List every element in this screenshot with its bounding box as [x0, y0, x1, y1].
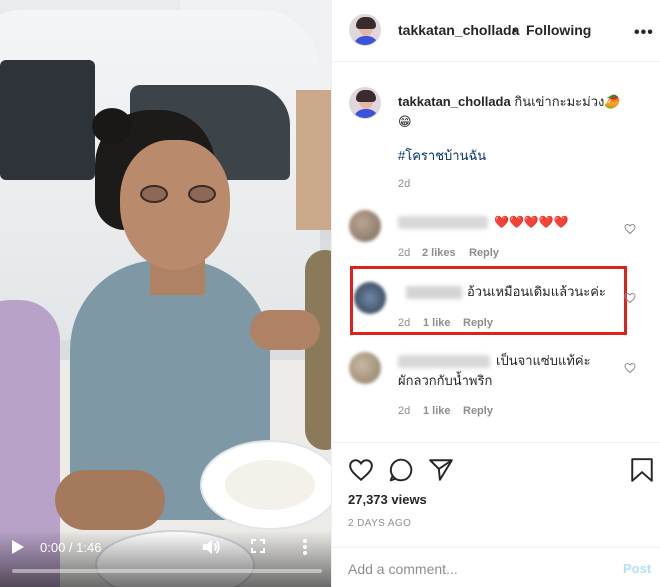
caption-username[interactable]: takkatan_chollada [398, 94, 511, 109]
comment-avatar[interactable] [354, 282, 386, 314]
hashtag-link[interactable]: #โคราชบ้านฉัน [398, 145, 486, 166]
video-progress-bar[interactable] [12, 569, 322, 573]
comment-icon[interactable] [388, 457, 414, 483]
share-icon[interactable] [428, 457, 454, 483]
caption-timestamp[interactable]: 2d [398, 178, 410, 190]
heart-icon[interactable] [348, 457, 374, 483]
comment-reply-button[interactable]: Reply [469, 247, 499, 259]
comment-timestamp[interactable]: 2d [398, 405, 410, 417]
volume-icon[interactable] [202, 538, 220, 556]
heart-icon[interactable] [624, 292, 636, 304]
video-frame-tree [296, 90, 331, 230]
add-comment-input[interactable] [348, 558, 588, 580]
comment-avatar[interactable] [349, 352, 381, 384]
heart-icon[interactable] [624, 223, 636, 235]
header-separator-dot: • [512, 22, 517, 38]
comment-timestamp[interactable]: 2d [398, 247, 410, 259]
video-frame-woman-arm [250, 310, 320, 350]
play-icon[interactable] [12, 540, 24, 554]
following-button[interactable]: Following [526, 22, 591, 38]
more-horizontal-icon[interactable]: ••• [634, 24, 654, 42]
comment-likes[interactable]: 1 like [423, 317, 451, 329]
video-current-time: 0:00 [40, 540, 66, 555]
comment-username-blurred[interactable] [398, 355, 490, 368]
video-time-display: 0:00 / 1:46 [40, 540, 101, 555]
video-controls-bar [0, 530, 331, 587]
video-frame-person [305, 250, 331, 450]
mango-emoji: 🥭 [604, 94, 621, 109]
video-frame-van-window [0, 60, 95, 180]
video-duration: 1:46 [76, 540, 102, 555]
fullscreen-icon[interactable] [251, 539, 265, 553]
video-player[interactable]: 0:00 / 1:46 [0, 0, 331, 587]
post-timestamp[interactable]: 2 DAYS AGO [348, 518, 411, 529]
post-actions: 27,373 views 2 DAYS AGO Post [332, 442, 660, 587]
comment-likes[interactable]: 2 likes [422, 247, 456, 259]
add-comment-bar: Post [332, 547, 660, 587]
avatar[interactable] [349, 14, 381, 46]
grin-emoji: 😁 [398, 114, 412, 129]
video-frame-woman-hair-bun [92, 108, 132, 144]
view-count[interactable]: 27,373 views [348, 492, 427, 507]
post-sidebar: takkatan_chollada • Following ••• takkat… [331, 0, 660, 587]
header-username[interactable]: takkatan_chollada [398, 22, 519, 38]
caption: takkatan_chollada กินเข่ากะมะม่วง🥭 😁 [398, 92, 628, 132]
more-vertical-icon[interactable] [302, 538, 308, 556]
caption-text: กินเข่ากะมะม่วง [514, 94, 605, 109]
comment-username-blurred[interactable] [406, 286, 462, 299]
heart-icon[interactable] [624, 362, 636, 374]
comment-timestamp[interactable]: 2d [398, 317, 410, 329]
comment-username-blurred[interactable] [398, 216, 488, 229]
caption-avatar[interactable] [349, 87, 381, 119]
comment-reply-button[interactable]: Reply [463, 405, 493, 417]
comment-reply-button[interactable]: Reply [463, 317, 493, 329]
comment-avatar[interactable] [349, 210, 381, 242]
comment-text: เป็นจาแซ่บแท้ค่ะ [496, 353, 591, 368]
video-time-separator: / [65, 540, 77, 555]
post-comment-button[interactable]: Post [623, 561, 651, 576]
video-frame-rice [225, 460, 315, 510]
instagram-post: 0:00 / 1:46 takkatan_chollada • Followin… [0, 0, 660, 587]
comment-likes[interactable]: 1 like [423, 405, 451, 417]
post-header: takkatan_chollada • Following ••• [332, 0, 660, 62]
comment-text-line2: ผักลวกกับน้ำพริก [398, 373, 493, 388]
video-frame-hand [55, 470, 165, 530]
bookmark-icon[interactable] [629, 457, 655, 483]
video-frame-glasses [140, 185, 220, 203]
video-frame-woman-face [120, 140, 230, 270]
comment-text: อ้วนเหมือนเดิมแล้วนะค่ะ [467, 284, 606, 299]
comment-text: ❤️❤️❤️❤️❤️ [494, 215, 569, 229]
